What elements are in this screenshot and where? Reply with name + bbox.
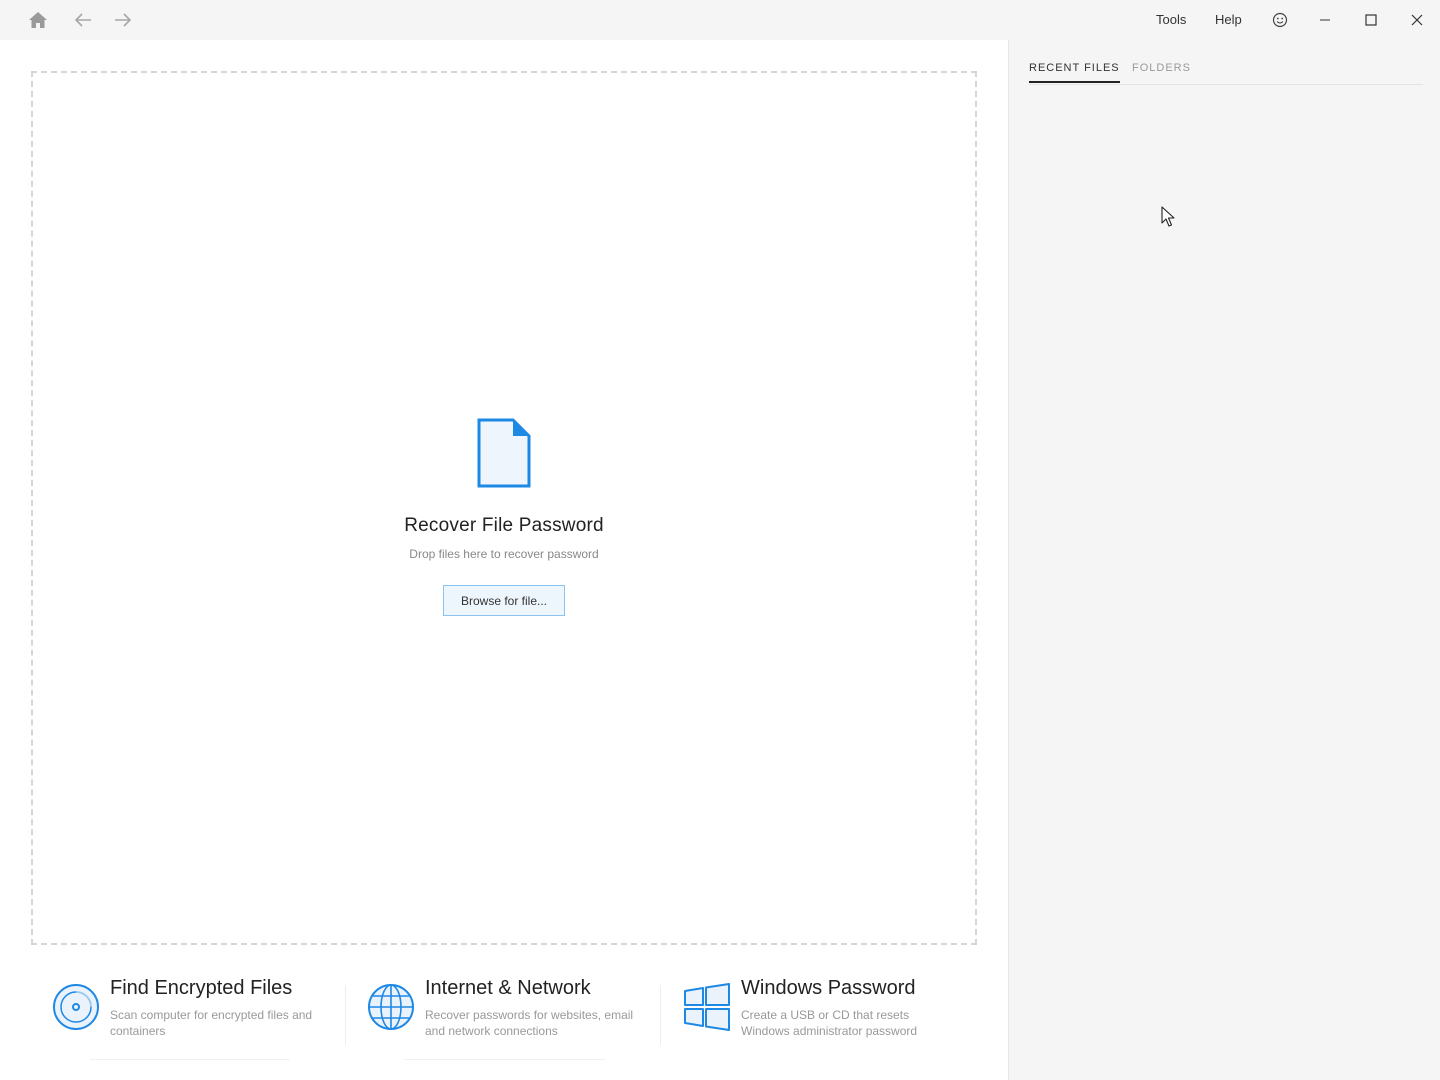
file-drop-zone[interactable]: Recover File Password Drop files here to… (31, 71, 977, 945)
minimize-button[interactable] (1311, 6, 1339, 34)
windows-logo-icon (684, 983, 730, 1031)
forward-button[interactable] (111, 8, 135, 32)
feature-title: Find Encrypted Files (110, 977, 293, 999)
feature-title: Internet & Network (425, 977, 591, 999)
drop-zone-subtitle: Drop files here to recover password (409, 547, 599, 561)
feature-title: Windows Password (741, 977, 916, 999)
feature-description: Create a USB or CD that resets Windows a… (741, 1008, 918, 1038)
tab-recent-files[interactable]: RECENT FILES (1029, 62, 1120, 83)
home-icon (29, 12, 47, 28)
main-area: Recover File Password Drop files here to… (0, 40, 1008, 1080)
arrow-right-icon (115, 13, 132, 27)
document-icon (477, 418, 531, 488)
globe-icon (368, 984, 414, 1030)
feature-divider (345, 985, 346, 1045)
disc-scan-icon (53, 984, 99, 1030)
feature-find-encrypted-files[interactable]: Find Encrypted Files Scan computer for e… (52, 975, 322, 1065)
feature-underline (405, 1059, 605, 1060)
feedback-button[interactable] (1266, 6, 1294, 34)
smiley-icon (1272, 12, 1288, 28)
side-panel-tabs: RECENT FILES FOLDERS (1029, 60, 1423, 85)
menu-tools[interactable]: Tools (1156, 12, 1186, 27)
feature-divider (660, 985, 661, 1045)
drop-zone-title: Recover File Password (404, 515, 604, 536)
title-bar: Tools Help (0, 0, 1440, 40)
maximize-button[interactable] (1357, 6, 1385, 34)
menu-help[interactable]: Help (1215, 12, 1242, 27)
tab-folders[interactable]: FOLDERS (1132, 62, 1191, 81)
feature-internet-network[interactable]: Internet & Network Recover passwords for… (367, 975, 637, 1065)
drop-zone-content: Recover File Password Drop files here to… (33, 417, 975, 616)
feature-windows-password[interactable]: Windows Password Create a USB or CD that… (683, 975, 973, 1065)
feature-description: Recover passwords for websites, email an… (425, 1008, 634, 1038)
feature-underline (90, 1059, 290, 1060)
browse-for-file-button[interactable]: Browse for file... (443, 585, 565, 616)
maximize-icon (1365, 14, 1377, 26)
arrow-left-icon (74, 13, 91, 27)
close-icon (1411, 14, 1423, 26)
close-button[interactable] (1403, 6, 1431, 34)
mouse-cursor-icon (1161, 206, 1175, 227)
minimize-icon (1320, 19, 1330, 21)
side-panel: RECENT FILES FOLDERS (1008, 40, 1440, 1080)
home-button[interactable] (26, 8, 50, 32)
feature-description: Scan computer for encrypted files and co… (110, 1008, 313, 1038)
back-button[interactable] (71, 8, 95, 32)
feature-shortcuts: Find Encrypted Files Scan computer for e… (0, 975, 1008, 1075)
